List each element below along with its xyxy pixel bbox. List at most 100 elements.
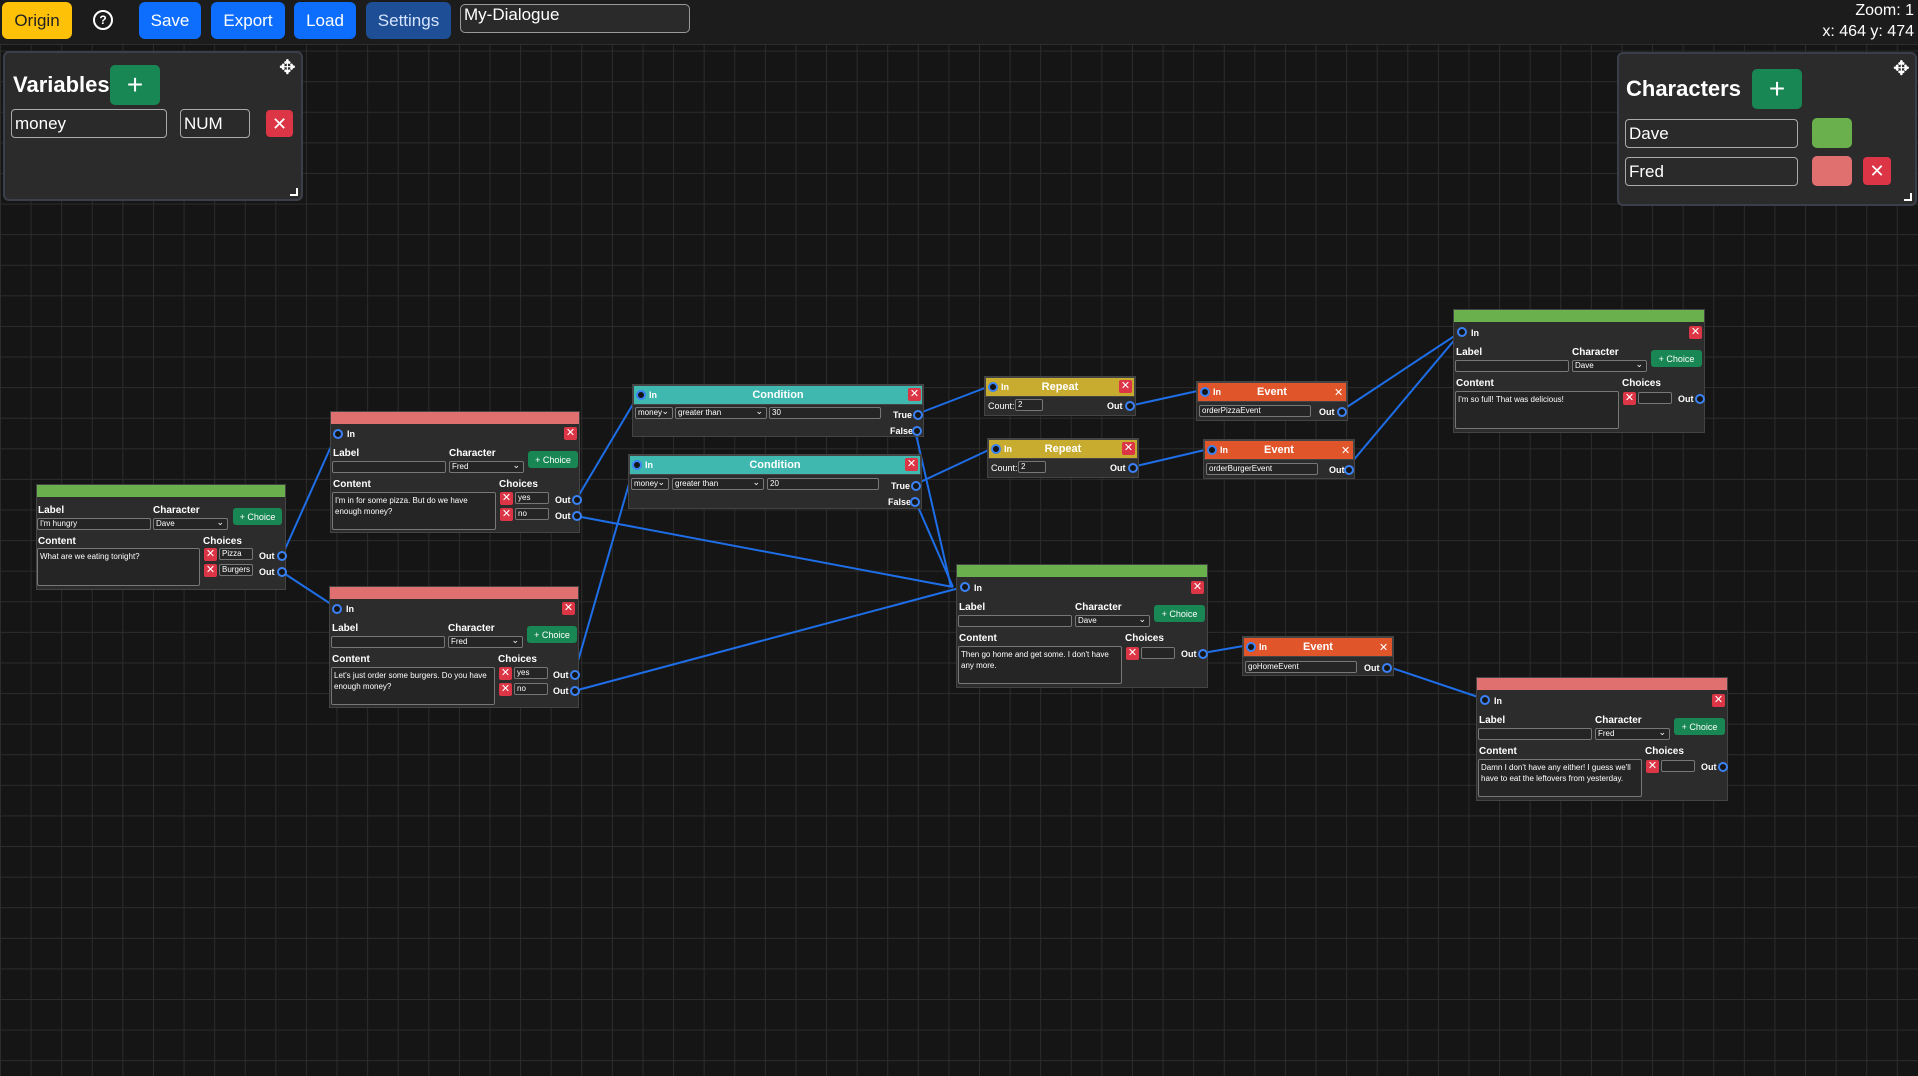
content-textarea[interactable]: I'm in for some pizza. But do we have en… <box>332 492 496 530</box>
choice-input[interactable]: Burgers <box>219 564 253 576</box>
add-choice-button[interactable]: + Choice <box>233 508 282 525</box>
node-header[interactable] <box>957 565 1207 577</box>
content-textarea[interactable]: What are we eating tonight? <box>37 548 200 586</box>
out-port[interactable] <box>1382 663 1392 673</box>
label-input[interactable]: I'm hungry <box>37 518 151 530</box>
delete-node-button[interactable]: ✕ <box>562 602 575 615</box>
variable-name-input[interactable]: money <box>11 109 167 138</box>
event-node[interactable]: In Event ✕ orderBurgerEvent Out <box>1203 439 1355 479</box>
help-icon[interactable]: ? <box>93 10 113 30</box>
choice-input[interactable]: yes <box>514 667 548 679</box>
dialogue-node[interactable]: In ✕ Label Character + Choice Fred Conte… <box>330 411 582 533</box>
move-icon[interactable]: ✥ <box>1893 56 1910 81</box>
add-choice-button[interactable]: + Choice <box>528 451 578 468</box>
remove-choice-button[interactable]: ✕ <box>500 508 513 521</box>
dialogue-node[interactable]: In ✕ Label Character + Choice Fred Conte… <box>1476 677 1728 801</box>
resize-handle[interactable] <box>1904 193 1912 201</box>
add-character-button[interactable]: + <box>1752 69 1802 109</box>
delete-node-button[interactable]: ✕ <box>1119 380 1132 393</box>
delete-character-button[interactable]: ✕ <box>1863 157 1891 185</box>
label-input[interactable] <box>332 461 446 473</box>
choice-input[interactable]: no <box>514 683 548 695</box>
save-button[interactable]: Save <box>139 2 201 39</box>
choice-input[interactable] <box>1141 647 1175 659</box>
character-name-input[interactable]: Dave <box>1625 119 1798 148</box>
in-port[interactable] <box>333 429 343 439</box>
variable-select[interactable]: money <box>635 406 673 419</box>
export-button[interactable]: Export <box>211 2 285 39</box>
delete-node-button[interactable]: ✕ <box>564 427 577 440</box>
node-header[interactable]: In Condition ✕ <box>629 455 921 475</box>
resize-handle[interactable] <box>290 188 298 196</box>
close-icon[interactable]: ✕ <box>1341 444 1350 457</box>
delete-node-button[interactable]: ✕ <box>908 388 921 401</box>
false-port[interactable] <box>912 426 922 436</box>
add-choice-button[interactable]: + Choice <box>1651 350 1702 367</box>
remove-choice-button[interactable]: ✕ <box>499 683 512 696</box>
dialogue-node[interactable]: In ✕ Label Character + Choice Fred Conte… <box>329 586 580 708</box>
close-icon[interactable]: ✕ <box>1334 386 1343 399</box>
out-port[interactable] <box>1198 649 1208 659</box>
choice-input[interactable] <box>1638 392 1672 404</box>
node-header[interactable]: In Condition ✕ <box>633 385 923 405</box>
out-port[interactable] <box>277 567 287 577</box>
condition-node[interactable]: In Condition ✕ money greater than 30 Tru… <box>632 384 924 437</box>
operator-select[interactable]: greater than <box>675 406 767 419</box>
delete-node-button[interactable]: ✕ <box>1712 694 1725 707</box>
settings-button[interactable]: Settings <box>366 2 451 39</box>
out-port[interactable] <box>1695 394 1705 404</box>
character-color-swatch[interactable] <box>1812 156 1852 186</box>
node-header[interactable]: In Repeat ✕ <box>985 377 1135 397</box>
event-name-input[interactable]: goHomeEvent <box>1245 661 1357 673</box>
delete-variable-button[interactable]: ✕ <box>266 110 293 137</box>
repeat-node[interactable]: In Repeat ✕ Count: 2 Out <box>987 438 1139 478</box>
choice-input[interactable] <box>1661 760 1695 772</box>
close-icon[interactable]: ✕ <box>1379 641 1388 654</box>
node-header[interactable] <box>1454 310 1704 322</box>
character-color-swatch[interactable] <box>1812 118 1852 148</box>
node-header[interactable] <box>1477 678 1727 690</box>
node-header[interactable]: In Event ✕ <box>1197 382 1347 402</box>
in-port[interactable] <box>1480 695 1490 705</box>
choice-input[interactable]: Pizza <box>219 548 253 560</box>
label-input[interactable] <box>958 615 1072 627</box>
event-name-input[interactable]: orderBurgerEvent <box>1206 463 1318 475</box>
value-input[interactable]: 30 <box>769 407 881 419</box>
label-input[interactable] <box>1455 360 1569 372</box>
out-port[interactable] <box>572 511 582 521</box>
remove-choice-button[interactable]: ✕ <box>1126 647 1139 660</box>
in-port[interactable] <box>960 582 970 592</box>
node-header[interactable]: In Event ✕ <box>1243 637 1393 657</box>
delete-node-button[interactable]: ✕ <box>1191 581 1204 594</box>
character-select[interactable]: Fred <box>448 635 523 648</box>
content-textarea[interactable]: I'm so full! That was delicious! <box>1455 391 1619 429</box>
add-choice-button[interactable]: + Choice <box>527 626 577 643</box>
true-port[interactable] <box>913 410 923 420</box>
label-input[interactable] <box>1478 728 1592 740</box>
content-textarea[interactable]: Let's just order some burgers. Do you ha… <box>331 667 495 705</box>
condition-node[interactable]: In Condition ✕ money greater than 20 Tru… <box>628 454 922 509</box>
dialogue-title-input[interactable]: My-Dialogue <box>460 4 690 33</box>
in-port[interactable] <box>332 604 342 614</box>
out-port[interactable] <box>570 670 580 680</box>
out-port[interactable] <box>1337 407 1347 417</box>
character-name-input[interactable]: Fred <box>1625 157 1798 186</box>
node-header[interactable]: In Repeat ✕ <box>988 439 1138 459</box>
label-input[interactable] <box>331 636 445 648</box>
value-input[interactable]: 20 <box>767 478 879 490</box>
out-port[interactable] <box>570 686 580 696</box>
false-port[interactable] <box>910 497 920 507</box>
variable-type-select[interactable]: NUM <box>180 109 250 138</box>
out-port[interactable] <box>1125 401 1135 411</box>
character-select[interactable]: Dave <box>1572 359 1647 372</box>
load-button[interactable]: Load <box>294 2 356 39</box>
in-port[interactable] <box>1457 327 1467 337</box>
origin-button[interactable]: Origin <box>2 2 72 39</box>
event-node[interactable]: In Event ✕ goHomeEvent Out <box>1242 636 1394 676</box>
move-icon[interactable]: ✥ <box>279 55 296 80</box>
delete-node-button[interactable]: ✕ <box>905 458 918 471</box>
add-choice-button[interactable]: + Choice <box>1154 605 1205 622</box>
add-variable-button[interactable]: + <box>110 65 160 105</box>
node-header[interactable] <box>330 587 578 599</box>
delete-node-button[interactable]: ✕ <box>1122 442 1135 455</box>
